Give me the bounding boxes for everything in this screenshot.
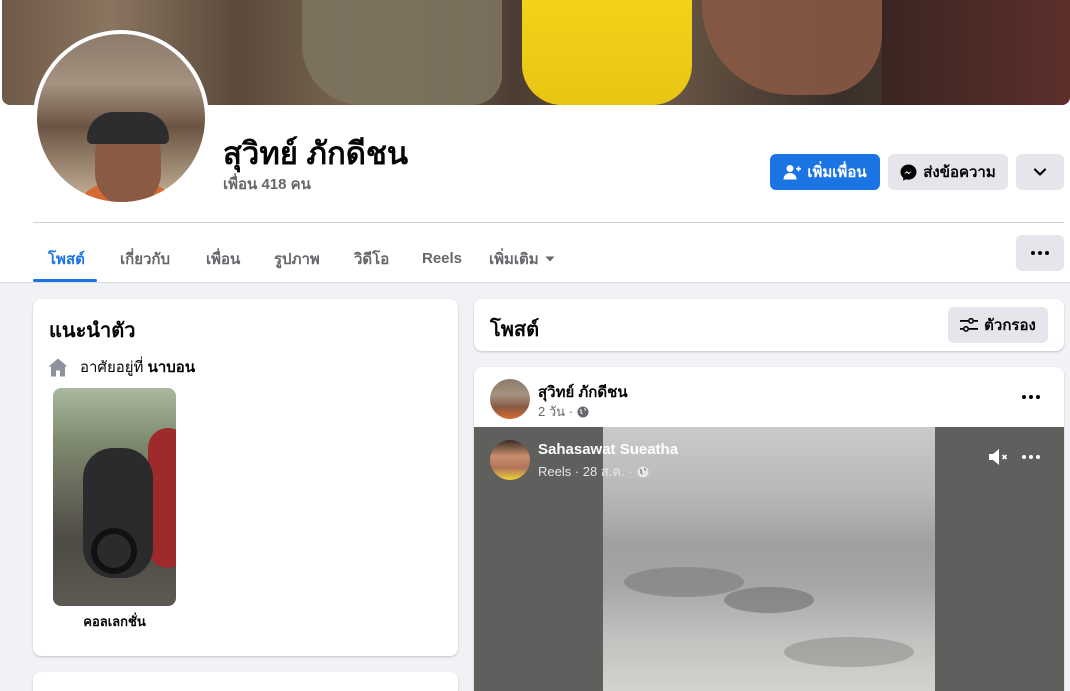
more-dots-icon [1031, 251, 1049, 255]
header-divider [33, 222, 1064, 223]
filter-button[interactable]: ตัวกรอง [948, 307, 1048, 343]
message-label: ส่งข้อความ [923, 164, 996, 181]
lives-in-row: อาศัยอยู่ที่ นาบอน [48, 355, 195, 379]
home-icon [48, 358, 68, 376]
globe-icon [577, 406, 589, 417]
post-options-icon[interactable] [1022, 395, 1040, 399]
messenger-icon [900, 164, 917, 181]
post-author-avatar[interactable] [490, 379, 530, 419]
mute-icon[interactable] [988, 448, 1010, 466]
tab-about[interactable]: เกี่ยวกับ [120, 235, 170, 282]
reel-video[interactable]: Sahasawat Sueatha Reels · 28 ส.ค. · [474, 427, 1064, 691]
active-tab-indicator [33, 279, 97, 282]
reel-author-name[interactable]: Sahasawat Sueatha [538, 441, 678, 458]
tab-posts[interactable]: โพสต์ [48, 235, 85, 282]
tab-reels[interactable]: Reels [422, 235, 462, 282]
next-card [33, 672, 458, 691]
intro-title: แนะนำตัว [49, 320, 136, 342]
globe-icon [637, 466, 649, 477]
tab-more-label: เพิ่มเติม [489, 250, 539, 268]
tab-photos[interactable]: รูปภาพ [274, 235, 320, 282]
post-meta: 2 วัน · [538, 401, 589, 422]
profile-avatar[interactable] [33, 30, 209, 206]
add-friend-label: เพิ่มเพื่อน [807, 164, 867, 181]
chevron-down-icon [1033, 168, 1047, 176]
reel-meta-text[interactable]: Reels · 28 ส.ค. · [538, 461, 633, 482]
tab-more[interactable]: เพิ่มเติม [489, 235, 555, 282]
caret-down-icon [545, 256, 555, 261]
collection-photo[interactable] [53, 388, 176, 606]
tab-videos[interactable]: วิดีโอ [354, 235, 389, 282]
friends-count[interactable]: เพื่อน 418 คน [223, 172, 311, 196]
profile-page: สุวิทย์ ภักดีชน เพื่อน 418 คน เพิ่มเพื่อ… [0, 0, 1070, 691]
lives-in-prefix: อาศัยอยู่ที่ [80, 359, 144, 376]
add-friend-button[interactable]: เพิ่มเพื่อน [770, 154, 880, 190]
posts-title: โพสต์ [490, 319, 540, 341]
message-button[interactable]: ส่งข้อความ [888, 154, 1008, 190]
filter-label: ตัวกรอง [984, 317, 1036, 334]
filter-icon [960, 318, 979, 332]
lives-in-place[interactable]: นาบอน [148, 359, 195, 376]
tabs-more-options-button[interactable] [1016, 235, 1064, 271]
add-friend-icon [783, 165, 802, 180]
post-time[interactable]: 2 วัน · [538, 401, 573, 422]
collection-caption[interactable]: คอลเลกชั่น [53, 611, 176, 632]
tab-friends[interactable]: เพื่อน [206, 235, 240, 282]
profile-name: สุวิทย์ ภักดีชน [223, 136, 409, 171]
profile-header: สุวิทย์ ภักดีชน เพื่อน 418 คน เพิ่มเพื่อ… [0, 0, 1070, 283]
more-profile-actions-button[interactable] [1016, 154, 1064, 190]
reel-author-avatar[interactable] [490, 440, 530, 480]
reel-meta: Reels · 28 ส.ค. · [538, 461, 649, 482]
reel-options-icon[interactable] [1022, 455, 1040, 459]
